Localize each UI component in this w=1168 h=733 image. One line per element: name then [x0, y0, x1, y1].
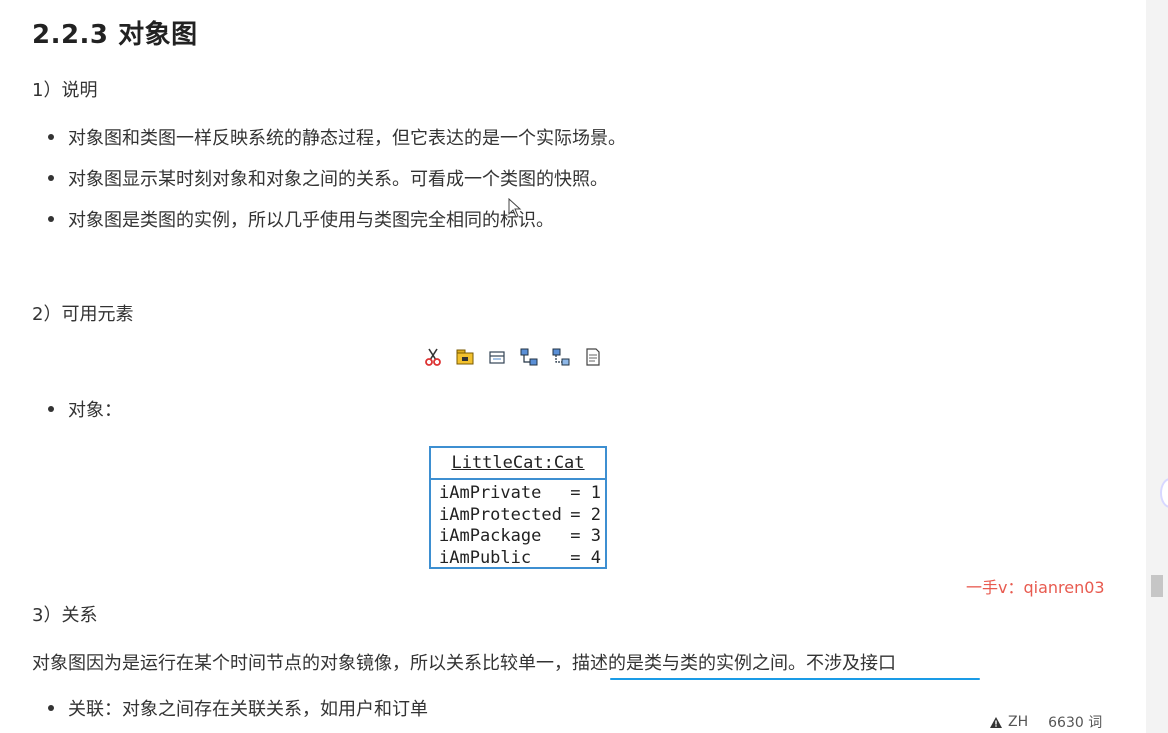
section3-paragraph: 对象图因为是运行在某个时间节点的对象镜像，所以关系比较单一，描述的是类与类的实例… [32, 653, 896, 674]
section2-title: 2）可用元素 [32, 304, 134, 325]
mouse-cursor-icon [508, 198, 522, 218]
section1-title: 1）说明 [32, 80, 98, 101]
scrollbar-thumb[interactable] [1151, 575, 1163, 597]
link-alt-icon [552, 348, 570, 366]
note-icon [586, 348, 600, 366]
watermark-text: 一手v：qianren03 [966, 578, 1105, 597]
list-item: 对象： [48, 396, 122, 422]
document-body: 2.2.3 对象图 1）说明 对象图和类图一样反映系统的静态过程，但它表达的是一… [0, 0, 1146, 733]
word-count: 6630 词 [1048, 715, 1103, 731]
list-item: 对象图和类图一样反映系统的静态过程，但它表达的是一个实际场景。 [48, 124, 626, 150]
highlighted-text: 描述的是类与类的实例之间。不涉及接口 [572, 653, 896, 674]
status-bar: ZH 6630 词 [990, 712, 1102, 732]
list-item: 关联：对象之间存在关联关系，如用户和订单 [48, 695, 428, 721]
object-icon [489, 351, 505, 364]
uml-object-name: LittleCat:Cat [431, 448, 605, 480]
scissors-icon [425, 348, 441, 366]
uml-object-diagram: LittleCat:Cat iAmPrivate = 1 iAmProtected… [429, 446, 607, 569]
link-icon [520, 348, 538, 366]
uml-attribute-row: iAmPublic = 4 [439, 547, 601, 568]
annotation-underline [610, 678, 980, 680]
section3-title: 3）关系 [32, 605, 98, 626]
language-indicator[interactable]: ZH [990, 714, 1028, 730]
list-item: 对象图是类图的实例，所以几乎使用与类图完全相同的标识。 [48, 206, 554, 232]
vertical-scrollbar[interactable] [1146, 0, 1168, 733]
uml-object-attributes: iAmPrivate = 1 iAmProtected = 2 iAmPackage… [431, 480, 605, 569]
section-heading: 2.2.3 对象图 [32, 20, 198, 50]
uml-attribute-row: iAmProtected = 2 [439, 504, 601, 525]
list-item: 对象图显示某时刻对象和对象之间的关系。可看成一个类图的快照。 [48, 165, 608, 191]
uml-toolbar-image [424, 348, 602, 368]
uml-attribute-row: iAmPrivate = 1 [439, 483, 601, 503]
package-icon [456, 349, 474, 365]
uml-attribute-row: iAmPackage = 3 [439, 526, 601, 546]
warning-triangle-icon [990, 716, 1002, 728]
